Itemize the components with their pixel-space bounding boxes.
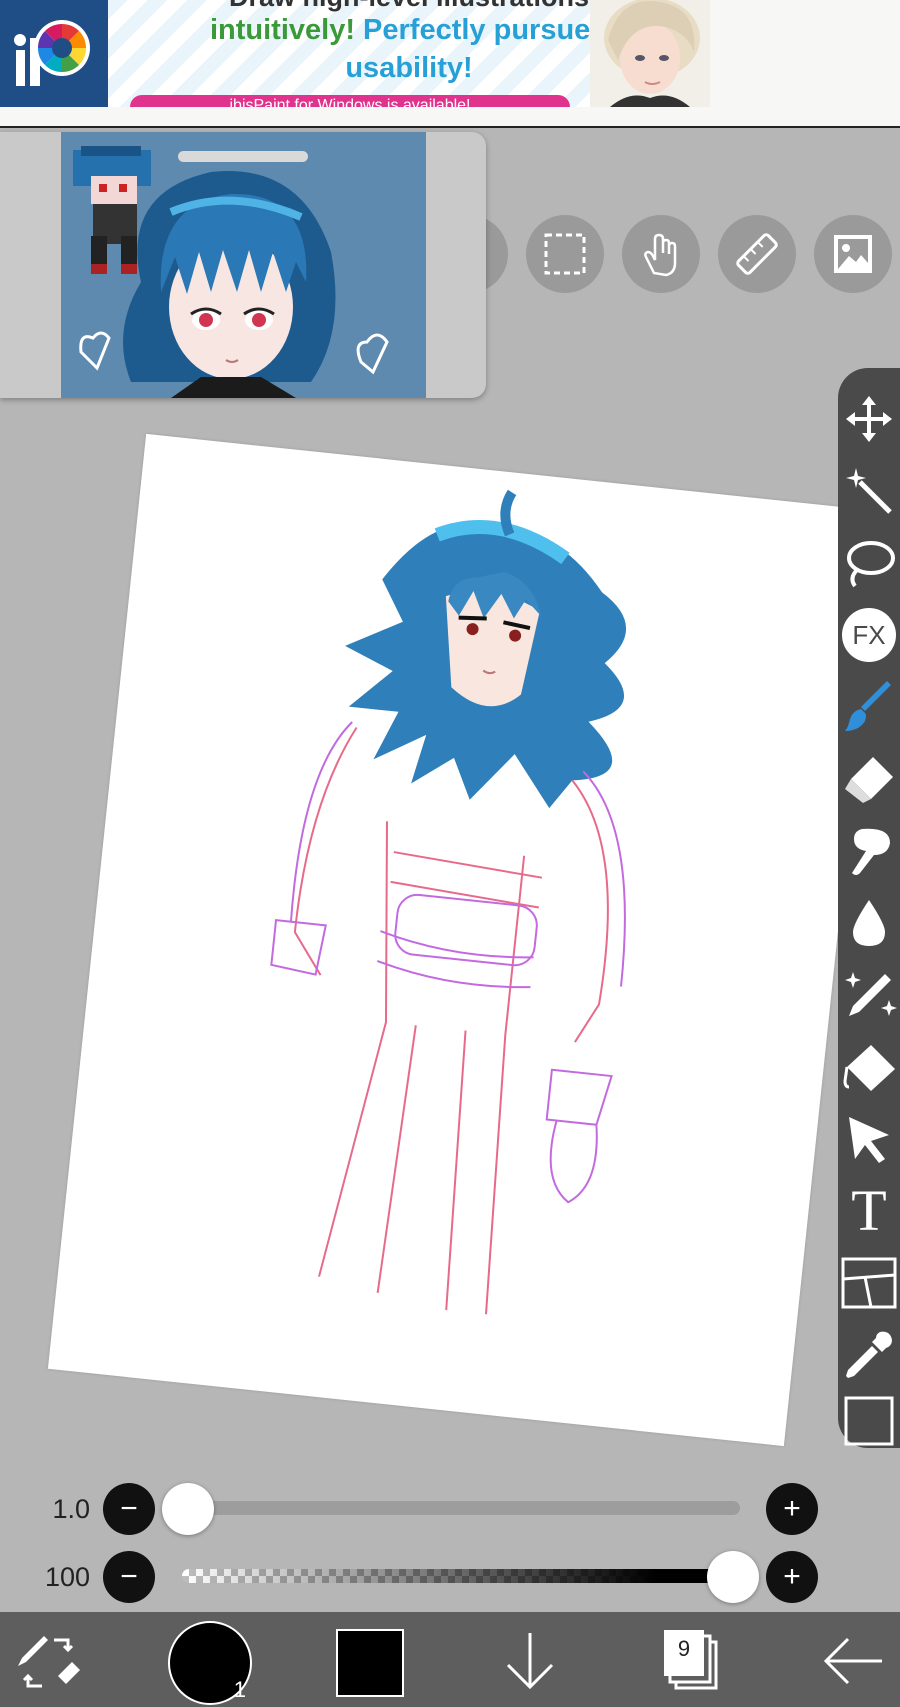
canvas-artwork bbox=[270, 489, 626, 1315]
brush-size-badge: 1 bbox=[233, 1677, 246, 1702]
magic-wand-tool[interactable] bbox=[838, 460, 900, 522]
brush-icon bbox=[845, 681, 891, 731]
brush-eraser-swap-icon bbox=[18, 1636, 80, 1688]
move-icon bbox=[846, 396, 892, 442]
fx-icon: FX bbox=[842, 608, 896, 662]
size-decrease-button[interactable]: − bbox=[103, 1483, 155, 1535]
canvas-tool[interactable] bbox=[838, 1390, 900, 1452]
opacity-slider[interactable] bbox=[182, 1569, 740, 1583]
selection-button[interactable] bbox=[526, 215, 604, 293]
eraser-tool[interactable] bbox=[838, 748, 900, 810]
layers-count: 9 bbox=[677, 1636, 691, 1661]
select-arrow-icon bbox=[849, 1117, 889, 1163]
hand-pan-button[interactable] bbox=[622, 215, 700, 293]
brush-tool[interactable] bbox=[838, 676, 900, 738]
eyedropper-icon bbox=[846, 1331, 892, 1378]
fill-tool[interactable] bbox=[838, 1036, 900, 1098]
fill-icon bbox=[843, 1045, 895, 1091]
opacity-value: 100 bbox=[44, 1562, 90, 1592]
move-tool[interactable] bbox=[838, 388, 900, 450]
down-arrow-button[interactable] bbox=[498, 1629, 562, 1693]
tool-swap-button[interactable] bbox=[14, 1632, 84, 1692]
ad-headline-a: intuitively! bbox=[209, 14, 355, 46]
magic-wand-icon bbox=[846, 468, 892, 514]
eraser-icon bbox=[845, 757, 893, 803]
minus-icon: − bbox=[120, 1560, 138, 1593]
ad-pink-bar: ibisPaint for Windows is available! bbox=[130, 95, 570, 107]
opacity-decrease-button[interactable]: − bbox=[103, 1551, 155, 1603]
ibispaint-logo-icon bbox=[0, 0, 108, 107]
opacity-increase-button[interactable]: + bbox=[766, 1551, 818, 1603]
frame-divider-tool[interactable] bbox=[838, 1252, 900, 1314]
layers-button[interactable]: 9 bbox=[662, 1630, 722, 1692]
plus-icon: + bbox=[783, 1492, 801, 1525]
ruler-button[interactable] bbox=[718, 215, 796, 293]
selection-icon bbox=[544, 233, 586, 275]
plus-icon: + bbox=[783, 1560, 801, 1593]
filter-fx-tool[interactable]: FX bbox=[838, 604, 900, 666]
arrow-down-icon bbox=[506, 1633, 554, 1690]
ruler-icon bbox=[736, 233, 778, 275]
canvas-icon bbox=[844, 1396, 894, 1446]
reference-window[interactable] bbox=[0, 132, 486, 398]
image-button[interactable] bbox=[814, 215, 892, 293]
bottom-toolbar: 1 9 bbox=[0, 1612, 900, 1707]
eyedropper-tool[interactable] bbox=[838, 1324, 900, 1386]
text-icon: T bbox=[851, 1178, 887, 1243]
arrow-left-icon bbox=[823, 1637, 882, 1685]
special-pen-icon bbox=[845, 972, 897, 1016]
brush-preview-button[interactable]: 1 bbox=[168, 1621, 252, 1705]
drawing-canvas[interactable] bbox=[47, 433, 883, 1447]
tool-panel: FX T bbox=[838, 368, 900, 1448]
blur-icon bbox=[853, 900, 885, 946]
smudge-icon bbox=[852, 828, 890, 875]
frame-divider-icon bbox=[841, 1257, 897, 1309]
ad-banner[interactable]: Draw high-level illustrations intuitivel… bbox=[0, 0, 900, 127]
brush-size-slider[interactable] bbox=[182, 1501, 740, 1515]
text-tool[interactable]: T bbox=[838, 1180, 900, 1242]
minus-icon: − bbox=[120, 1492, 138, 1525]
ad-divider bbox=[0, 126, 900, 128]
hand-pan-icon bbox=[644, 233, 677, 277]
special-pen-tool[interactable] bbox=[838, 964, 900, 1026]
lasso-icon bbox=[847, 541, 895, 588]
reference-image bbox=[61, 132, 426, 398]
ad-character-portrait bbox=[590, 0, 710, 107]
ad-headline-b: Perfectly pursued bbox=[363, 14, 609, 46]
brush-size-slider-knob[interactable] bbox=[162, 1483, 214, 1535]
back-button[interactable] bbox=[820, 1629, 886, 1693]
smudge-tool[interactable] bbox=[838, 820, 900, 882]
blur-tool[interactable] bbox=[838, 892, 900, 954]
brush-size-value: 1.0 bbox=[52, 1494, 90, 1524]
lasso-tool[interactable] bbox=[838, 532, 900, 594]
color-swatch-button[interactable] bbox=[336, 1629, 404, 1697]
selection-arrow-tool[interactable] bbox=[838, 1108, 900, 1170]
size-increase-button[interactable]: + bbox=[766, 1483, 818, 1535]
reference-window-handle[interactable] bbox=[178, 151, 308, 162]
opacity-slider-knob[interactable] bbox=[707, 1551, 759, 1603]
image-icon bbox=[834, 235, 872, 273]
